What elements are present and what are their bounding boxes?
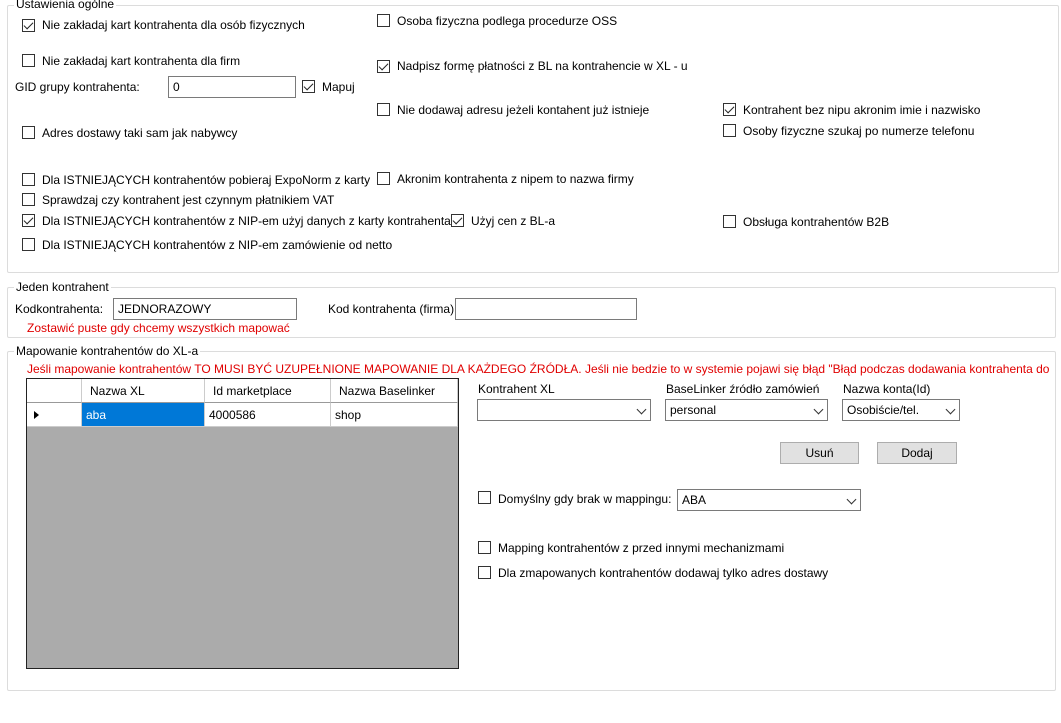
no-company-cards-label: Nie zakładaj kart kontrahenta dla firm	[42, 54, 241, 68]
no-address-checkbox[interactable]	[377, 103, 390, 116]
chevron-down-icon	[813, 404, 824, 415]
acronym-no-nip-checkbox[interactable]	[723, 103, 736, 116]
grid-cell-marketplace[interactable]: 4000586	[205, 403, 331, 427]
no-person-cards-checkbox[interactable]	[22, 19, 35, 32]
map-label: Mapuj	[322, 80, 355, 94]
xl-combo[interactable]	[477, 399, 651, 421]
company-code-label: Kod kontrahenta (firma):	[328, 302, 458, 316]
acronym-nip-checkbox[interactable]	[377, 172, 390, 185]
grid-header-marketplace[interactable]: Id marketplace	[205, 379, 331, 403]
no-person-cards-label: Nie zakładaj kart kontrahenta dla osób f…	[42, 18, 305, 32]
chevron-down-icon	[636, 404, 647, 415]
company-code-input[interactable]	[455, 298, 637, 320]
b2b-label: Obsługa kontrahentów B2B	[743, 215, 890, 229]
grid-row-indicator[interactable]	[27, 403, 82, 427]
delivery-only-label: Dla zmapowanych kontrahentów dodawaj tyl…	[498, 566, 829, 580]
default-label: Domyślny gdy brak w mappingu:	[498, 492, 672, 506]
source-label: BaseLinker źródło zamówień	[666, 382, 820, 396]
nip-net-order-checkbox[interactable]	[22, 238, 35, 251]
overwrite-payment-checkbox[interactable]	[377, 60, 390, 73]
mapping-before-label: Mapping kontrahentów z przed innymi mech…	[498, 541, 785, 555]
row-pointer-icon	[34, 411, 39, 419]
default-combo[interactable]: ABA	[677, 489, 861, 511]
delete-button[interactable]: Usuń	[780, 442, 859, 464]
mapping-before-checkbox[interactable]	[478, 541, 491, 554]
no-company-cards-checkbox[interactable]	[22, 54, 35, 67]
code-input[interactable]: JEDNORAZOWY	[113, 298, 297, 320]
exponorm-checkbox[interactable]	[22, 173, 35, 186]
chevron-down-icon	[945, 404, 956, 415]
oss-checkbox[interactable]	[377, 14, 390, 27]
vat-check-label: Sprawdzaj czy kontrahent jest czynnym pł…	[42, 193, 335, 207]
b2b-checkbox[interactable]	[723, 215, 736, 228]
acronym-nip-label: Akronim kontrahenta z nipem to nazwa fir…	[397, 172, 634, 186]
nip-net-order-label: Dla ISTNIEJĄCYCH kontrahentów z NIP-em z…	[42, 238, 393, 252]
default-checkbox[interactable]	[478, 491, 491, 504]
grid-header-xl[interactable]: Nazwa XL	[82, 379, 205, 403]
overwrite-payment-label: Nadpisz formę płatności z BL na kontrahe…	[397, 59, 688, 73]
code-label: Kodkontrahenta:	[15, 302, 104, 316]
exponorm-label: Dla ISTNIEJĄCYCH kontrahentów pobieraj E…	[42, 173, 371, 187]
single-contractor-title: Jeden kontrahent	[14, 280, 111, 294]
single-hint: Zostawić puste gdy chcemy wszystkich map…	[27, 321, 290, 335]
xl-label: Kontrahent XL	[478, 382, 555, 396]
grid-header-baselinker[interactable]: Nazwa Baselinker	[331, 379, 458, 403]
account-combo[interactable]: Osobiście/tel.	[842, 399, 960, 421]
gid-label: GID grupy kontrahenta:	[15, 80, 140, 94]
bl-prices-checkbox[interactable]	[451, 214, 464, 227]
delivery-same-label: Adres dostawy taki sam jak nabywcy	[42, 126, 238, 140]
nip-card-data-checkbox[interactable]	[22, 214, 35, 227]
source-combo[interactable]: personal	[665, 399, 828, 421]
delivery-only-checkbox[interactable]	[478, 566, 491, 579]
grid-cell-xl[interactable]: aba	[82, 403, 205, 427]
vat-check-checkbox[interactable]	[22, 193, 35, 206]
bl-prices-label: Użyj cen z BL-a	[471, 214, 556, 228]
chevron-down-icon	[846, 494, 857, 505]
add-button[interactable]: Dodaj	[877, 442, 957, 464]
account-label: Nazwa konta(Id)	[843, 382, 931, 396]
acronym-no-nip-label: Kontrahent bez nipu akronim imie i nazwi…	[743, 103, 981, 117]
map-checkbox[interactable]	[302, 80, 315, 93]
no-address-label: Nie dodawaj adresu jeżeli kontahent już …	[397, 103, 650, 117]
nip-card-data-label: Dla ISTNIEJĄCYCH kontrahentów z NIP-em u…	[42, 214, 451, 228]
search-phone-checkbox[interactable]	[723, 124, 736, 137]
mapping-warning: Jeśli mapowanie kontrahentów TO MUSI BYĆ…	[27, 362, 1053, 376]
gid-input[interactable]: 0	[168, 76, 296, 98]
general-settings-title: Ustawienia ogólne	[14, 0, 117, 11]
mapping-grid[interactable]: Nazwa XL Id marketplace Nazwa Baselinker…	[26, 378, 459, 669]
oss-label: Osoba fizyczna podlega procedurze OSS	[397, 14, 618, 28]
mapping-title: Mapowanie kontrahentów do XL-a	[14, 344, 201, 358]
delivery-same-checkbox[interactable]	[22, 126, 35, 139]
grid-corner	[27, 379, 82, 403]
grid-cell-baselinker[interactable]: shop	[331, 403, 458, 427]
search-phone-label: Osoby fizyczne szukaj po numerze telefon…	[743, 124, 975, 138]
